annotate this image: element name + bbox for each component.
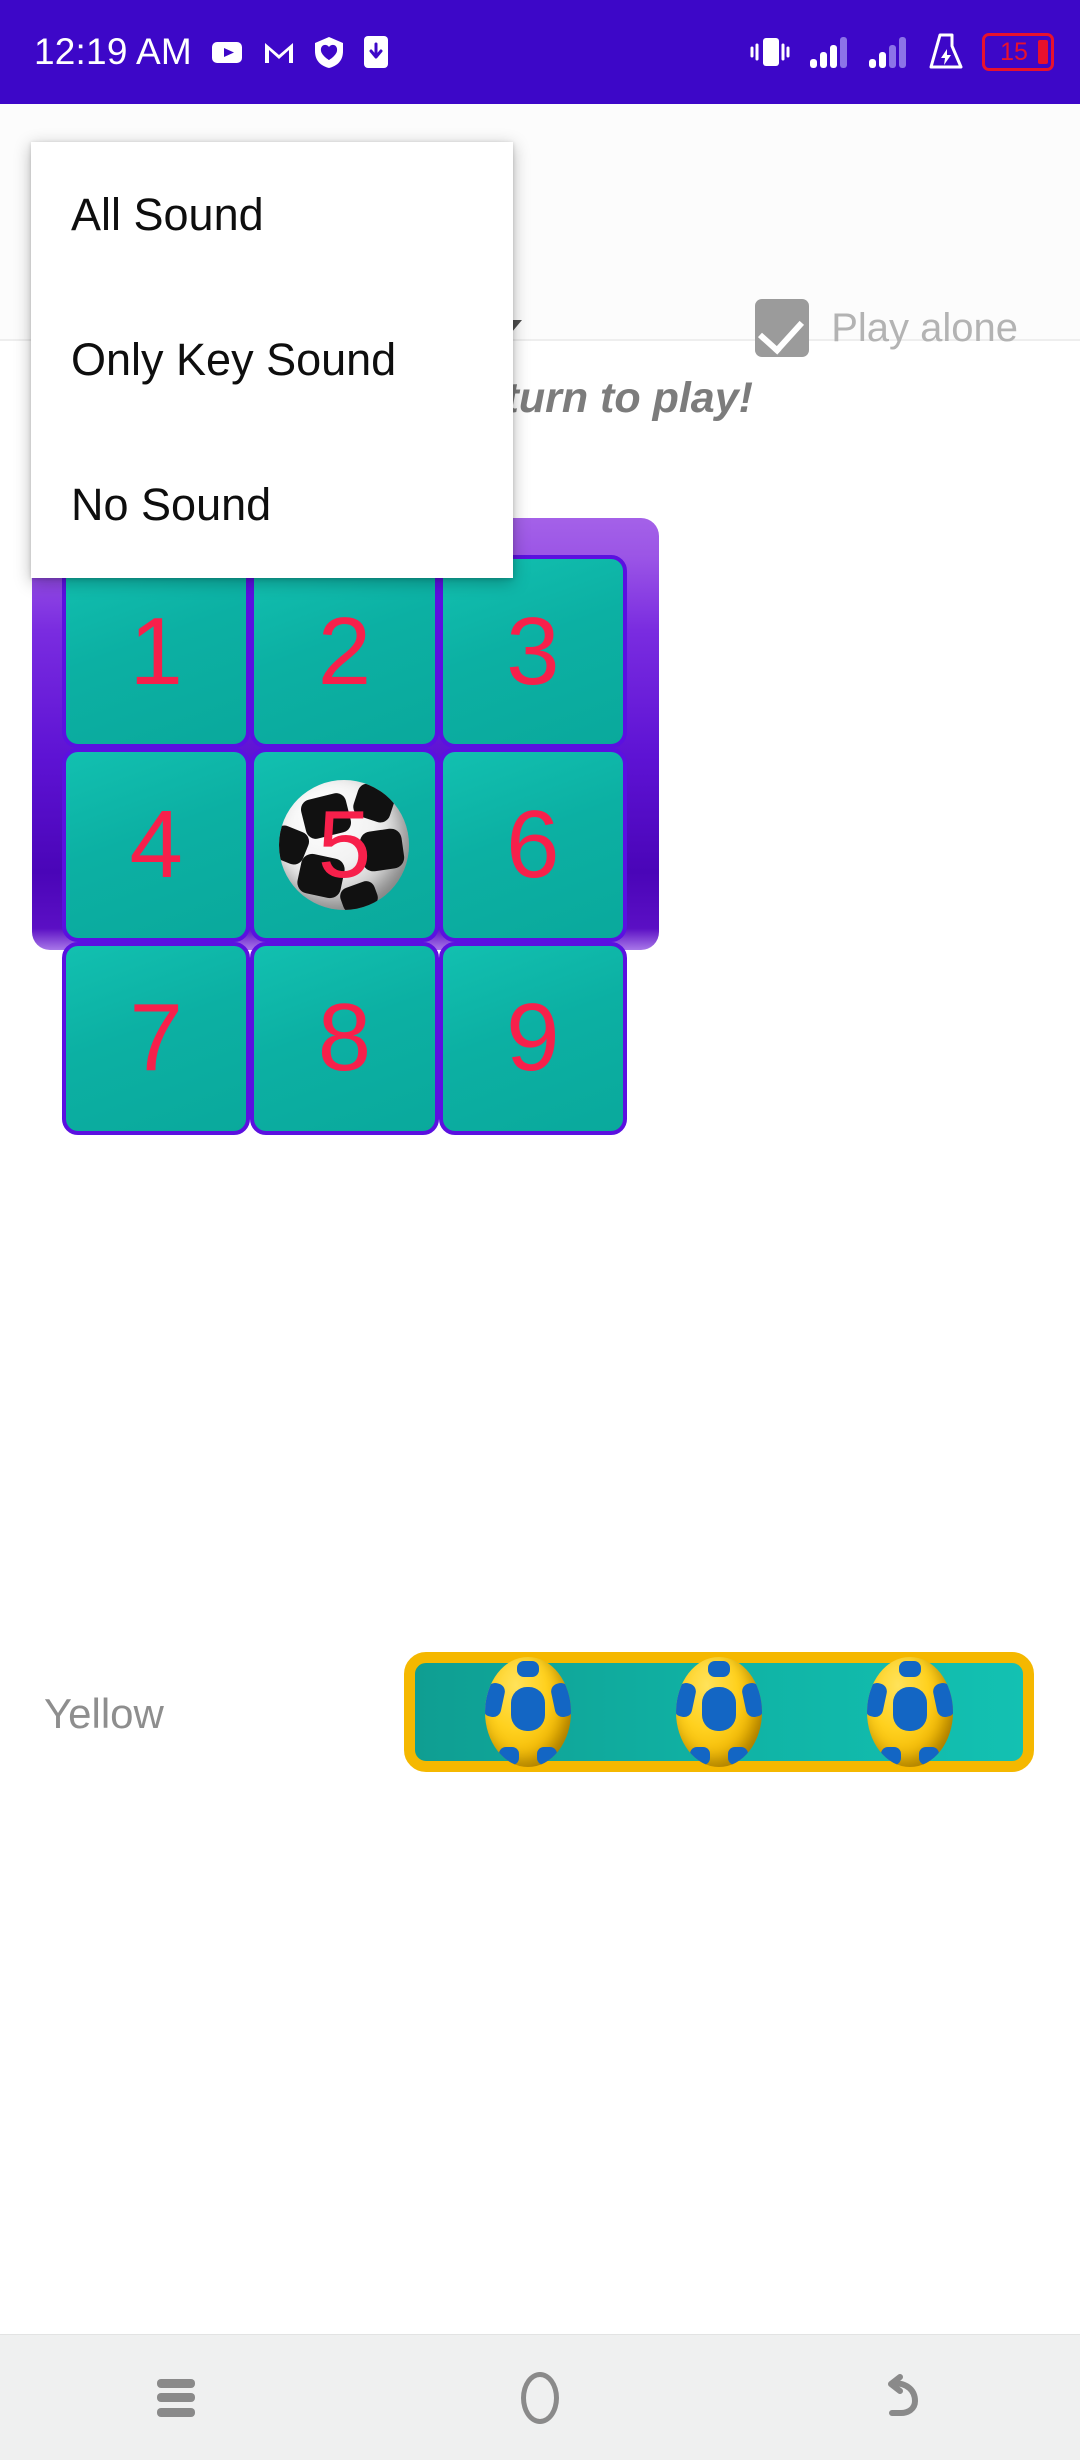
- signal-bars-icon-1: [810, 37, 847, 68]
- menu-icon: [157, 2378, 203, 2417]
- grid-cell[interactable]: 3: [438, 555, 627, 749]
- phone-download-icon: [363, 36, 388, 68]
- gmail-icon: [264, 43, 293, 63]
- grid-cell[interactable]: 8: [250, 941, 439, 1135]
- cell-number: 9: [506, 984, 560, 1092]
- signal-bars-icon-2: [869, 37, 906, 68]
- status-bar: 12:19 AM 15: [0, 0, 1080, 104]
- score-ball-container: [404, 1652, 1034, 1772]
- game-grid: 1 2 3 4 5 6 7 8 9: [62, 555, 627, 1135]
- back-icon: [888, 2373, 919, 2416]
- yellow-ball-icon: [485, 1657, 572, 1767]
- cell-number: 4: [129, 790, 183, 898]
- dropdown-item-only-key-sound[interactable]: Only Key Sound: [31, 287, 513, 432]
- grid-cell[interactable]: 6: [438, 748, 627, 942]
- cell-number: 1: [129, 597, 183, 705]
- grid-cell[interactable]: 1: [62, 555, 251, 749]
- battery-icon: 15: [982, 33, 1054, 71]
- grid-cell[interactable]: 4: [62, 748, 251, 942]
- yellow-ball-icon: [675, 1657, 762, 1767]
- cell-number: 7: [129, 984, 183, 1092]
- cell-number: 8: [317, 984, 372, 1092]
- grid-cell[interactable]: 5: [250, 748, 439, 942]
- grid-cell[interactable]: 7: [62, 941, 251, 1135]
- play-alone-checkbox[interactable]: [755, 299, 810, 357]
- vibrate-icon: [750, 38, 790, 66]
- status-bar-clock: 12:19 AM: [34, 31, 192, 72]
- grid-cell[interactable]: 9: [438, 941, 627, 1135]
- android-navigation-bar: [0, 2334, 1080, 2460]
- dropdown-item-no-sound[interactable]: No Sound: [31, 433, 513, 578]
- cell-number: 2: [317, 597, 372, 705]
- battery-level: 15: [1000, 37, 1028, 66]
- nav-home-button[interactable]: [480, 2335, 600, 2460]
- score-player-label: Yellow: [44, 1690, 164, 1737]
- sound-options-dropdown[interactable]: All Sound Only Key Sound No Sound: [31, 142, 513, 578]
- flask-icon: [929, 33, 963, 69]
- nav-back-button[interactable]: [840, 2335, 960, 2460]
- grid-cell[interactable]: 2: [250, 555, 439, 749]
- nav-menu-button[interactable]: [120, 2335, 240, 2460]
- cell-number: 3: [506, 597, 560, 705]
- home-icon: [521, 2371, 559, 2424]
- yellow-ball-icon: [866, 1657, 953, 1767]
- cell-number: 6: [506, 790, 560, 898]
- dropdown-item-all-sound[interactable]: All Sound: [31, 142, 513, 287]
- status-bar-right: 15: [748, 32, 1054, 72]
- youtube-icon: [211, 42, 242, 63]
- cell-number: 5: [317, 790, 372, 898]
- status-bar-left: 12:19 AM: [34, 31, 390, 73]
- play-alone-label: Play alone: [831, 305, 1018, 350]
- play-alone-checkbox-row[interactable]: Play alone: [755, 299, 1018, 357]
- shield-icon: [314, 37, 343, 68]
